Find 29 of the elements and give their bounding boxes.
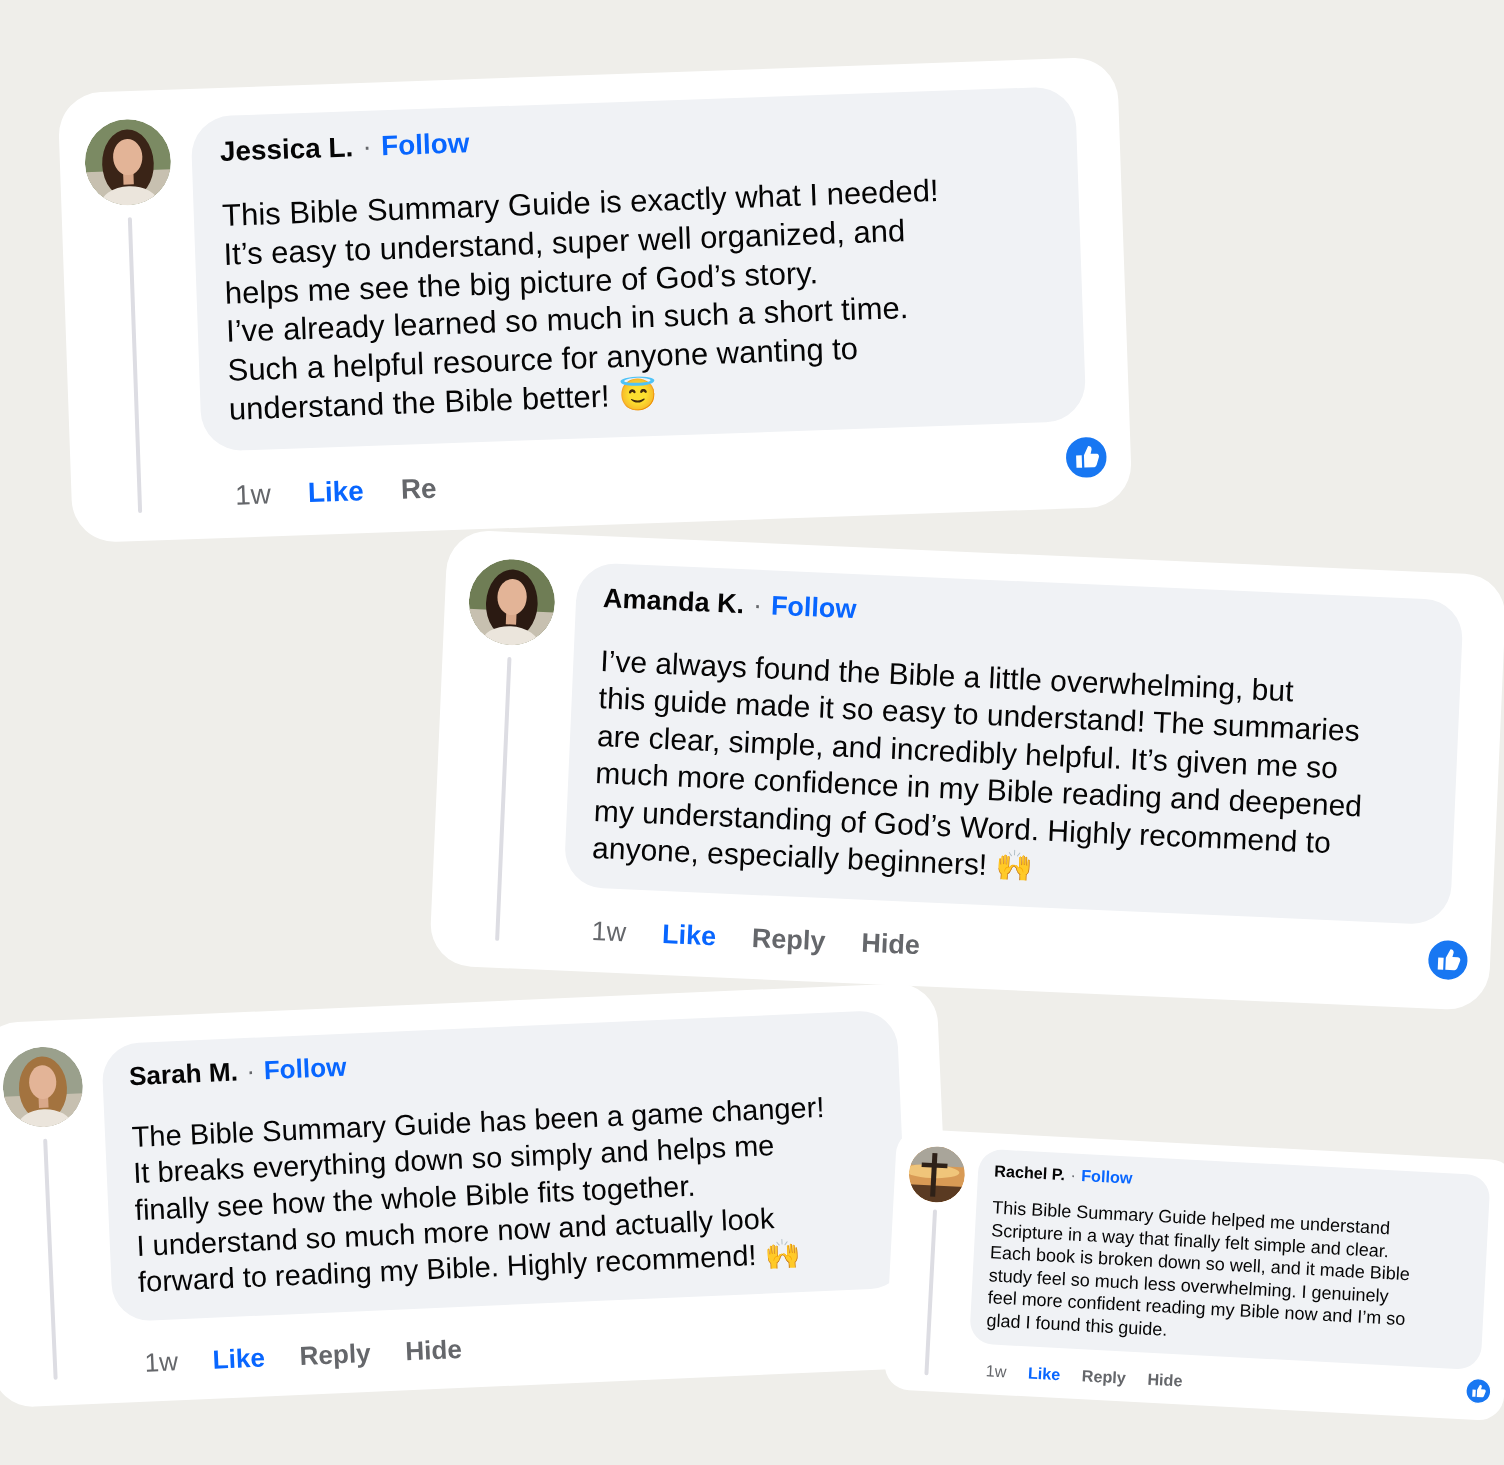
timestamp: 1w: [143, 1347, 179, 1376]
separator-dot: ·: [752, 588, 763, 623]
action-link[interactable]: Reply: [298, 1339, 372, 1369]
action-link[interactable]: Re: [400, 474, 437, 505]
author-name[interactable]: Rachel P.: [993, 1160, 1066, 1186]
comment-text: This Bible Summary Guide is exactly what I needed! It’s easy to understand, super well organized, and helps me see the big picture of God’s story. I’ve already learned so much in such a short time. Such a helpful resource for anyone wanting to understand the Bible better! 😇: [221, 172, 941, 429]
timestamp: 1w: [985, 1362, 1007, 1380]
action-link[interactable]: Hide: [860, 929, 921, 959]
separator-dot: ·: [361, 130, 373, 165]
like-link[interactable]: Like: [661, 920, 717, 950]
timestamp: 1w: [591, 917, 627, 947]
action-link[interactable]: Reply: [751, 924, 827, 955]
like-link[interactable]: Like: [1027, 1364, 1061, 1383]
author-name[interactable]: Amanda K.: [602, 581, 745, 623]
comment-text: I’ve always found the Bible a little overwhelming, but this guide made it so easy to understand! The summaries are clear, simple, and incredibly helpful. It’s given me so much more confidence in my Bible reading and deepened my understanding of God’s Word. Highly recommend to anyone, especially beginners! 🙌: [591, 642, 1364, 886]
follow-link[interactable]: Follow: [770, 588, 858, 628]
comment-text: This Bible Summary Guide helped me understand Scripture in a way that finally felt simple and clear. Each book is broken down so well, and it made Bible study feel so much less overwhelming. I genuinely feel more confident reading my Bible now and I’m so glad I found this guide.: [985, 1196, 1412, 1342]
action-link[interactable]: Hide: [1147, 1370, 1183, 1389]
separator-dot: ·: [245, 1055, 256, 1089]
follow-link[interactable]: Follow: [1080, 1165, 1133, 1189]
follow-link[interactable]: Follow: [380, 125, 471, 166]
author-name[interactable]: Jessica L.: [219, 129, 354, 171]
timestamp: 1w: [234, 480, 272, 510]
action-link[interactable]: Hide: [404, 1335, 463, 1365]
separator-dot: ·: [1069, 1164, 1077, 1186]
like-link[interactable]: Like: [307, 477, 365, 508]
follow-link[interactable]: Follow: [263, 1051, 348, 1089]
like-link[interactable]: Like: [212, 1344, 266, 1373]
action-link[interactable]: Reply: [1081, 1367, 1127, 1386]
